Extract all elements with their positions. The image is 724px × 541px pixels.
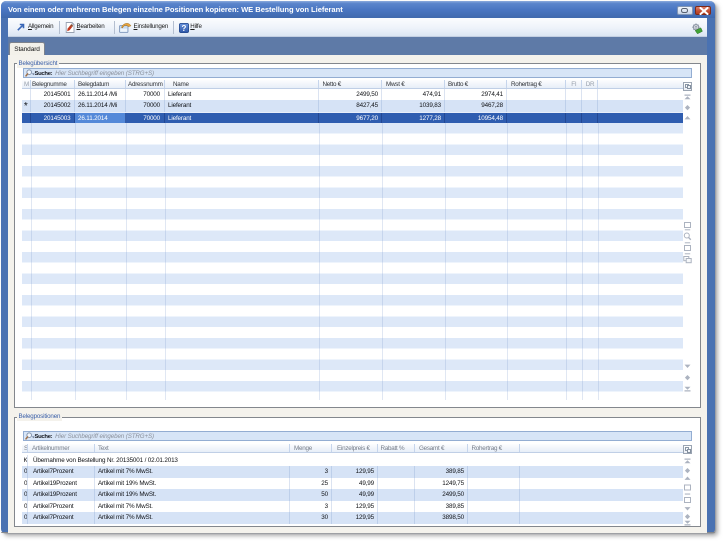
svg-text:?: ? [181,23,186,32]
